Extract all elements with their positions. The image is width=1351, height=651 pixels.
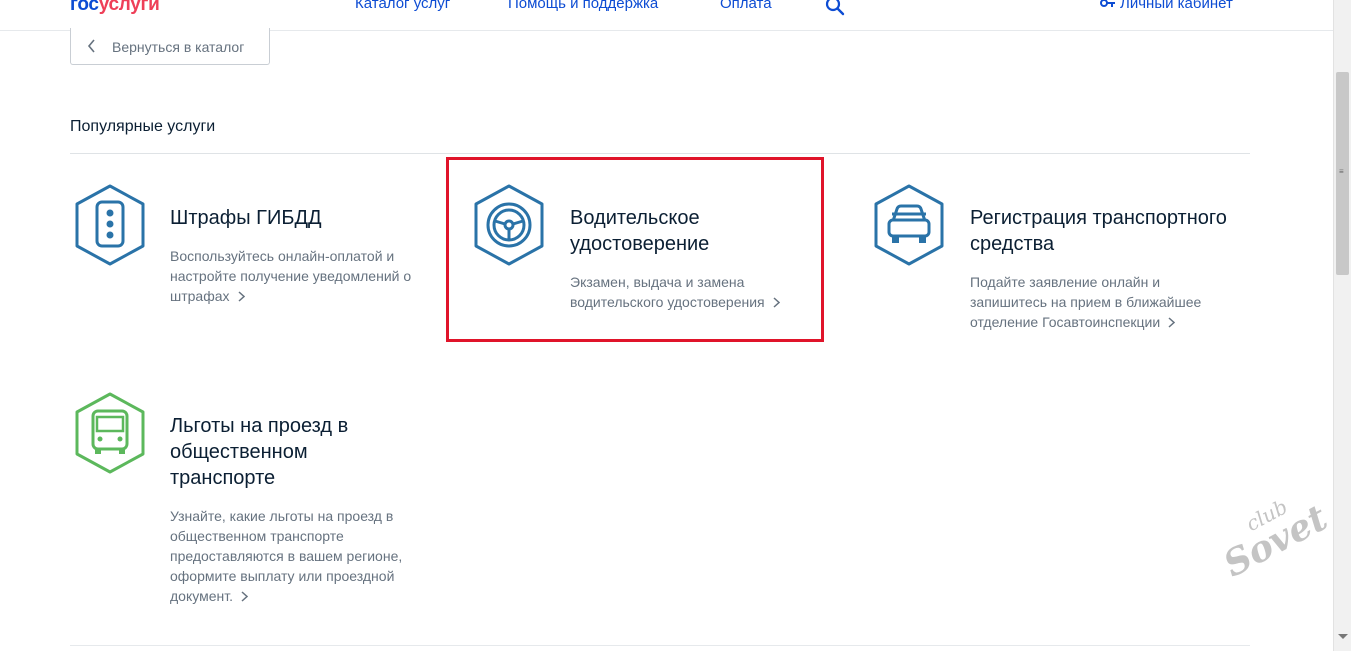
chevron-right-icon xyxy=(238,291,245,302)
bus-icon[interactable] xyxy=(72,391,148,475)
card-desc-fines[interactable]: Воспользуйтесь онлайн-оплатой и настройт… xyxy=(170,246,430,306)
logo-part-gos: гос xyxy=(70,0,99,15)
key-icon xyxy=(1100,0,1115,8)
top-header: госуслуги Каталог услуг Помощь и поддерж… xyxy=(0,0,1333,31)
search-icon[interactable] xyxy=(824,0,846,18)
nav-payment[interactable]: Оплата xyxy=(720,0,772,12)
card-title-vehicle-registration[interactable]: Регистрация транспортного средства xyxy=(970,205,1250,257)
highlight-frame xyxy=(446,157,824,342)
chevron-right-icon xyxy=(241,591,248,602)
card-desc-fines-text: Воспользуйтесь онлайн-оплатой и настройт… xyxy=(170,248,412,304)
chevron-left-icon xyxy=(87,39,95,53)
section-title: Популярные услуги xyxy=(70,118,216,135)
nav-help[interactable]: Помощь и поддержка xyxy=(508,0,658,12)
section-divider xyxy=(70,153,1250,154)
card-title-fines[interactable]: Штрафы ГИБДД xyxy=(170,205,430,231)
back-button-label: Вернуться в каталог xyxy=(112,39,245,55)
card-desc-transport-benefits-text: Узнайте, какие льготы на проезд в общест… xyxy=(170,508,403,604)
card-desc-vehicle-registration-text: Подайте заявление онлайн и запишитесь на… xyxy=(970,274,1202,330)
nav-catalog[interactable]: Каталог услуг xyxy=(355,0,450,12)
logo-part-uslugi: услуги xyxy=(98,0,160,15)
cabinet-label: Личный кабинет xyxy=(1120,0,1233,12)
car-icon[interactable] xyxy=(871,183,947,267)
card-desc-vehicle-registration[interactable]: Подайте заявление онлайн и запишитесь на… xyxy=(970,272,1240,332)
bottom-divider xyxy=(70,645,1250,646)
card-title-transport-benefits[interactable]: Льготы на проезд в общественном транспор… xyxy=(170,413,400,491)
back-to-catalog-button[interactable]: Вернуться в каталог xyxy=(70,28,270,65)
chevron-right-icon xyxy=(1168,317,1176,328)
scroll-down-arrow-icon[interactable] xyxy=(1338,634,1348,639)
personal-cabinet-link[interactable]: Личный кабинет xyxy=(1100,0,1233,12)
traffic-light-icon[interactable] xyxy=(72,183,148,267)
card-desc-transport-benefits[interactable]: Узнайте, какие льготы на проезд в общест… xyxy=(170,506,420,606)
scrollbar-grip-icon: ≡ xyxy=(1339,167,1344,176)
gosuslugi-logo[interactable]: госуслуги xyxy=(70,0,160,16)
